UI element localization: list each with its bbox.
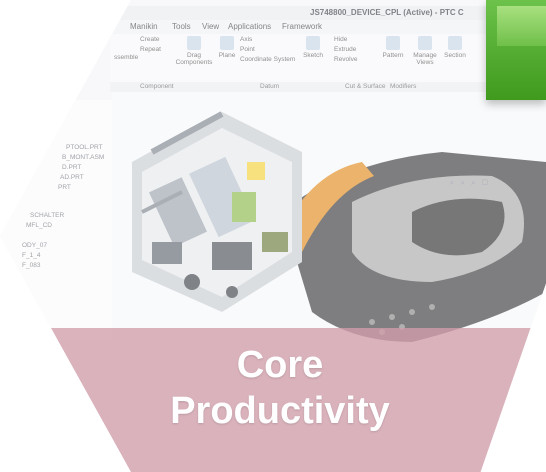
pattern-button[interactable]: Pattern	[380, 36, 406, 59]
tree-item[interactable]: PTOOL.PRT	[66, 144, 103, 151]
tree-item[interactable]: D.PRT	[62, 164, 81, 171]
revolve-button[interactable]: Revolve	[334, 56, 357, 63]
menu-item-framework[interactable]: Framework	[282, 20, 322, 34]
menu-item-view[interactable]: View	[202, 20, 219, 34]
view-toolbar[interactable]: ⌕ ⌕ ⌕ ▢	[450, 178, 490, 188]
tree-item[interactable]: F_1_4	[22, 252, 40, 259]
shaver-model	[132, 111, 546, 342]
section-label: Section	[444, 52, 466, 59]
drag-icon	[187, 36, 201, 50]
section-button[interactable]: Section	[442, 36, 468, 59]
pattern-label: Pattern	[382, 52, 404, 59]
tree-item[interactable]: SCHALTER	[30, 212, 64, 219]
group-modifiers: Modifiers	[390, 83, 417, 90]
repeat-button[interactable]: Repeat	[140, 46, 161, 53]
tree-item[interactable]: ODY_07	[22, 242, 47, 249]
plane-icon	[220, 36, 234, 50]
pattern-icon	[386, 36, 400, 50]
plane-button[interactable]: Plane	[216, 36, 238, 59]
shaver-head	[132, 111, 302, 312]
badge-title: Core Productivity	[140, 342, 420, 434]
plane-label: Plane	[218, 52, 236, 59]
manage-views-button[interactable]: Manage Views	[410, 36, 440, 66]
tree-item[interactable]: MFL_CD	[26, 222, 52, 229]
coordinate-system-button[interactable]: Coordinate System	[240, 56, 295, 63]
drag-components-label: Drag Components	[175, 52, 213, 66]
tree-item[interactable]: B_MONT.ASM	[62, 154, 104, 161]
badge-title-line2: Productivity	[170, 390, 390, 432]
views-icon	[418, 36, 432, 50]
axis-button[interactable]: Axis	[240, 36, 252, 43]
tree-item[interactable]: F_083	[22, 262, 40, 269]
point-button[interactable]: Point	[240, 46, 255, 53]
sketch-button[interactable]: Sketch	[300, 36, 326, 59]
group-component: Component	[140, 83, 174, 90]
hexagon-frame: JS748800_DEVICE_CPL (Active) - PTC C Man…	[0, 0, 546, 472]
window-title: JS748800_DEVICE_CPL (Active) - PTC C	[310, 8, 464, 17]
section-icon	[448, 36, 462, 50]
badge-title-line1: Core	[236, 344, 324, 386]
group-cut-surface: Cut & Surface	[345, 83, 386, 90]
group-datum: Datum	[260, 83, 280, 90]
menu-item-tools[interactable]: Tools	[172, 20, 191, 34]
green-badge-highlight	[497, 6, 546, 46]
extrude-button[interactable]: Extrude	[334, 46, 356, 53]
window-titlebar: JS748800_DEVICE_CPL (Active) - PTC C	[110, 6, 546, 21]
menu-item-applications[interactable]: Applications	[228, 20, 271, 34]
ribbon: Create Repeat ssemble Drag Components Pl…	[110, 34, 546, 83]
menu-bar: Manikin Tools View Applications Framewor…	[110, 20, 546, 34]
ribbon-group-bar: Component Datum Cut & Surface Modifiers	[110, 82, 546, 92]
tree-item[interactable]: AD.PRT	[60, 174, 84, 181]
model-tree: PTOOL.PRT B_MONT.ASM D.PRT AD.PRT PRT SC…	[0, 100, 113, 340]
create-button[interactable]: Create	[140, 36, 160, 43]
sketch-icon	[306, 36, 320, 50]
tree-item[interactable]: PRT	[58, 184, 71, 191]
hide-button[interactable]: Hide	[334, 36, 347, 43]
sketch-label: Sketch	[303, 52, 323, 59]
drag-components-button[interactable]: Drag Components	[172, 36, 216, 66]
manage-views-label: Manage Views	[413, 52, 437, 66]
menu-item-manikin[interactable]: Manikin	[130, 20, 158, 34]
graphics-viewport[interactable]: ⌕ ⌕ ⌕ ▢	[112, 92, 546, 352]
assemble-button[interactable]: ssemble	[114, 54, 138, 61]
